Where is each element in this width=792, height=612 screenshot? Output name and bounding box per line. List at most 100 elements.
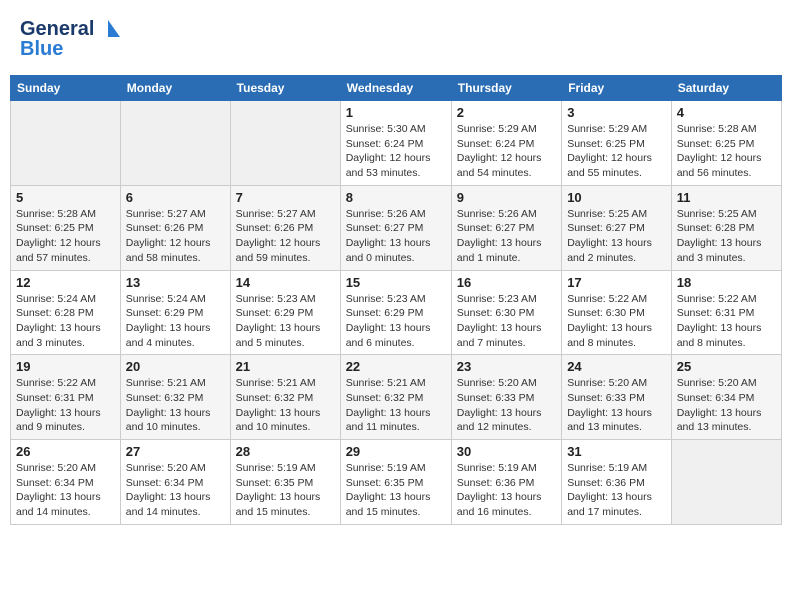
weekday-header-wednesday: Wednesday [340, 76, 451, 101]
day-info: Sunrise: 5:20 AM Sunset: 6:33 PM Dayligh… [457, 376, 556, 435]
day-info: Sunrise: 5:24 AM Sunset: 6:29 PM Dayligh… [126, 292, 225, 351]
calendar-day-15: 15Sunrise: 5:23 AM Sunset: 6:29 PM Dayli… [340, 270, 451, 355]
day-info: Sunrise: 5:28 AM Sunset: 6:25 PM Dayligh… [16, 207, 115, 266]
calendar-day-19: 19 Sunrise: 5:22 AM Sunset: 6:31 PM Dayli… [11, 355, 121, 440]
day-number: 13 [126, 275, 225, 290]
logo-svg: General Blue [20, 15, 120, 60]
day-info: Sunrise: 5:20 AM Sunset: 6:34 PM Dayligh… [677, 376, 776, 435]
day-info: Sunrise: 5:24 AM Sunset: 6:28 PM Dayligh… [16, 292, 115, 351]
day-number: 6 [126, 190, 225, 205]
calendar-day-23: 23 Sunrise: 5:20 AM Sunset: 6:33 PM Dayli… [451, 355, 561, 440]
day-info: Sunrise: 5:21 AM Sunset: 6:32 PM Dayligh… [236, 376, 335, 435]
calendar-week-row: 19 Sunrise: 5:22 AM Sunset: 6:31 PM Dayli… [11, 355, 782, 440]
calendar-day-18: 18 Sunrise: 5:22 AM Sunset: 6:31 PM Dayli… [671, 270, 781, 355]
day-number: 9 [457, 190, 556, 205]
day-info: Sunrise: 5:23 AM Sunset: 6:29 PM Dayligh… [236, 292, 335, 351]
day-number: 16 [457, 275, 556, 290]
calendar-day-14: 14Sunrise: 5:23 AM Sunset: 6:29 PM Dayli… [230, 270, 340, 355]
weekday-header-tuesday: Tuesday [230, 76, 340, 101]
day-number: 17 [567, 275, 666, 290]
calendar-day-29: 29Sunrise: 5:19 AM Sunset: 6:35 PM Dayli… [340, 440, 451, 525]
calendar-day-9: 9 Sunrise: 5:26 AM Sunset: 6:27 PM Daylig… [451, 185, 561, 270]
calendar-day-6: 6 Sunrise: 5:27 AM Sunset: 6:26 PM Daylig… [120, 185, 230, 270]
weekday-header-monday: Monday [120, 76, 230, 101]
calendar-day-24: 24 Sunrise: 5:20 AM Sunset: 6:33 PM Dayli… [562, 355, 672, 440]
day-number: 18 [677, 275, 776, 290]
day-number: 2 [457, 105, 556, 120]
day-number: 23 [457, 359, 556, 374]
weekday-header-saturday: Saturday [671, 76, 781, 101]
calendar-day-28: 28Sunrise: 5:19 AM Sunset: 6:35 PM Dayli… [230, 440, 340, 525]
calendar-week-row: 1Sunrise: 5:30 AM Sunset: 6:24 PM Daylig… [11, 101, 782, 186]
calendar-day-7: 7 Sunrise: 5:27 AM Sunset: 6:26 PM Daylig… [230, 185, 340, 270]
calendar-week-row: 12 Sunrise: 5:24 AM Sunset: 6:28 PM Dayli… [11, 270, 782, 355]
day-number: 15 [346, 275, 446, 290]
day-info: Sunrise: 5:29 AM Sunset: 6:24 PM Dayligh… [457, 122, 556, 181]
day-number: 5 [16, 190, 115, 205]
weekday-header-sunday: Sunday [11, 76, 121, 101]
calendar-day-4: 4 Sunrise: 5:28 AM Sunset: 6:25 PM Daylig… [671, 101, 781, 186]
calendar-day-1: 1Sunrise: 5:30 AM Sunset: 6:24 PM Daylig… [340, 101, 451, 186]
day-info: Sunrise: 5:22 AM Sunset: 6:30 PM Dayligh… [567, 292, 666, 351]
day-number: 31 [567, 444, 666, 459]
day-number: 7 [236, 190, 335, 205]
day-number: 27 [126, 444, 225, 459]
calendar-empty-cell [11, 101, 121, 186]
calendar-week-row: 26Sunrise: 5:20 AM Sunset: 6:34 PM Dayli… [11, 440, 782, 525]
calendar-day-25: 25 Sunrise: 5:20 AM Sunset: 6:34 PM Dayli… [671, 355, 781, 440]
day-number: 25 [677, 359, 776, 374]
calendar-day-22: 22 Sunrise: 5:21 AM Sunset: 6:32 PM Dayli… [340, 355, 451, 440]
day-number: 11 [677, 190, 776, 205]
weekday-header-row: SundayMondayTuesdayWednesdayThursdayFrid… [11, 76, 782, 101]
day-number: 20 [126, 359, 225, 374]
day-number: 21 [236, 359, 335, 374]
day-info: Sunrise: 5:21 AM Sunset: 6:32 PM Dayligh… [346, 376, 446, 435]
page-header: General Blue [10, 10, 782, 65]
calendar-day-20: 20 Sunrise: 5:21 AM Sunset: 6:32 PM Dayli… [120, 355, 230, 440]
day-info: Sunrise: 5:25 AM Sunset: 6:27 PM Dayligh… [567, 207, 666, 266]
calendar-empty-cell [230, 101, 340, 186]
calendar-day-12: 12 Sunrise: 5:24 AM Sunset: 6:28 PM Dayli… [11, 270, 121, 355]
day-number: 19 [16, 359, 115, 374]
day-info: Sunrise: 5:27 AM Sunset: 6:26 PM Dayligh… [126, 207, 225, 266]
day-info: Sunrise: 5:27 AM Sunset: 6:26 PM Dayligh… [236, 207, 335, 266]
calendar-day-26: 26Sunrise: 5:20 AM Sunset: 6:34 PM Dayli… [11, 440, 121, 525]
calendar-day-21: 21 Sunrise: 5:21 AM Sunset: 6:32 PM Dayli… [230, 355, 340, 440]
day-info: Sunrise: 5:23 AM Sunset: 6:30 PM Dayligh… [457, 292, 556, 351]
logo: General Blue [20, 15, 120, 60]
day-info: Sunrise: 5:22 AM Sunset: 6:31 PM Dayligh… [677, 292, 776, 351]
day-number: 24 [567, 359, 666, 374]
calendar-day-13: 13 Sunrise: 5:24 AM Sunset: 6:29 PM Dayli… [120, 270, 230, 355]
calendar-day-11: 11 Sunrise: 5:25 AM Sunset: 6:28 PM Dayli… [671, 185, 781, 270]
calendar-day-3: 3Sunrise: 5:29 AM Sunset: 6:25 PM Daylig… [562, 101, 672, 186]
day-number: 4 [677, 105, 776, 120]
day-number: 30 [457, 444, 556, 459]
day-info: Sunrise: 5:22 AM Sunset: 6:31 PM Dayligh… [16, 376, 115, 435]
day-number: 3 [567, 105, 666, 120]
day-info: Sunrise: 5:20 AM Sunset: 6:33 PM Dayligh… [567, 376, 666, 435]
calendar-table: SundayMondayTuesdayWednesdayThursdayFrid… [10, 75, 782, 525]
day-info: Sunrise: 5:26 AM Sunset: 6:27 PM Dayligh… [346, 207, 446, 266]
day-info: Sunrise: 5:25 AM Sunset: 6:28 PM Dayligh… [677, 207, 776, 266]
day-info: Sunrise: 5:26 AM Sunset: 6:27 PM Dayligh… [457, 207, 556, 266]
weekday-header-thursday: Thursday [451, 76, 561, 101]
svg-text:General: General [20, 18, 94, 40]
calendar-day-16: 16 Sunrise: 5:23 AM Sunset: 6:30 PM Dayli… [451, 270, 561, 355]
day-info: Sunrise: 5:20 AM Sunset: 6:34 PM Dayligh… [126, 461, 225, 520]
day-info: Sunrise: 5:20 AM Sunset: 6:34 PM Dayligh… [16, 461, 115, 520]
day-number: 29 [346, 444, 446, 459]
day-info: Sunrise: 5:19 AM Sunset: 6:36 PM Dayligh… [457, 461, 556, 520]
day-info: Sunrise: 5:21 AM Sunset: 6:32 PM Dayligh… [126, 376, 225, 435]
calendar-day-17: 17 Sunrise: 5:22 AM Sunset: 6:30 PM Dayli… [562, 270, 672, 355]
calendar-day-8: 8 Sunrise: 5:26 AM Sunset: 6:27 PM Daylig… [340, 185, 451, 270]
day-number: 12 [16, 275, 115, 290]
day-number: 1 [346, 105, 446, 120]
day-number: 22 [346, 359, 446, 374]
calendar-week-row: 5 Sunrise: 5:28 AM Sunset: 6:25 PM Daylig… [11, 185, 782, 270]
day-number: 10 [567, 190, 666, 205]
calendar-day-27: 27 Sunrise: 5:20 AM Sunset: 6:34 PM Dayli… [120, 440, 230, 525]
calendar-day-10: 10 Sunrise: 5:25 AM Sunset: 6:27 PM Dayli… [562, 185, 672, 270]
day-number: 8 [346, 190, 446, 205]
weekday-header-friday: Friday [562, 76, 672, 101]
day-info: Sunrise: 5:28 AM Sunset: 6:25 PM Dayligh… [677, 122, 776, 181]
